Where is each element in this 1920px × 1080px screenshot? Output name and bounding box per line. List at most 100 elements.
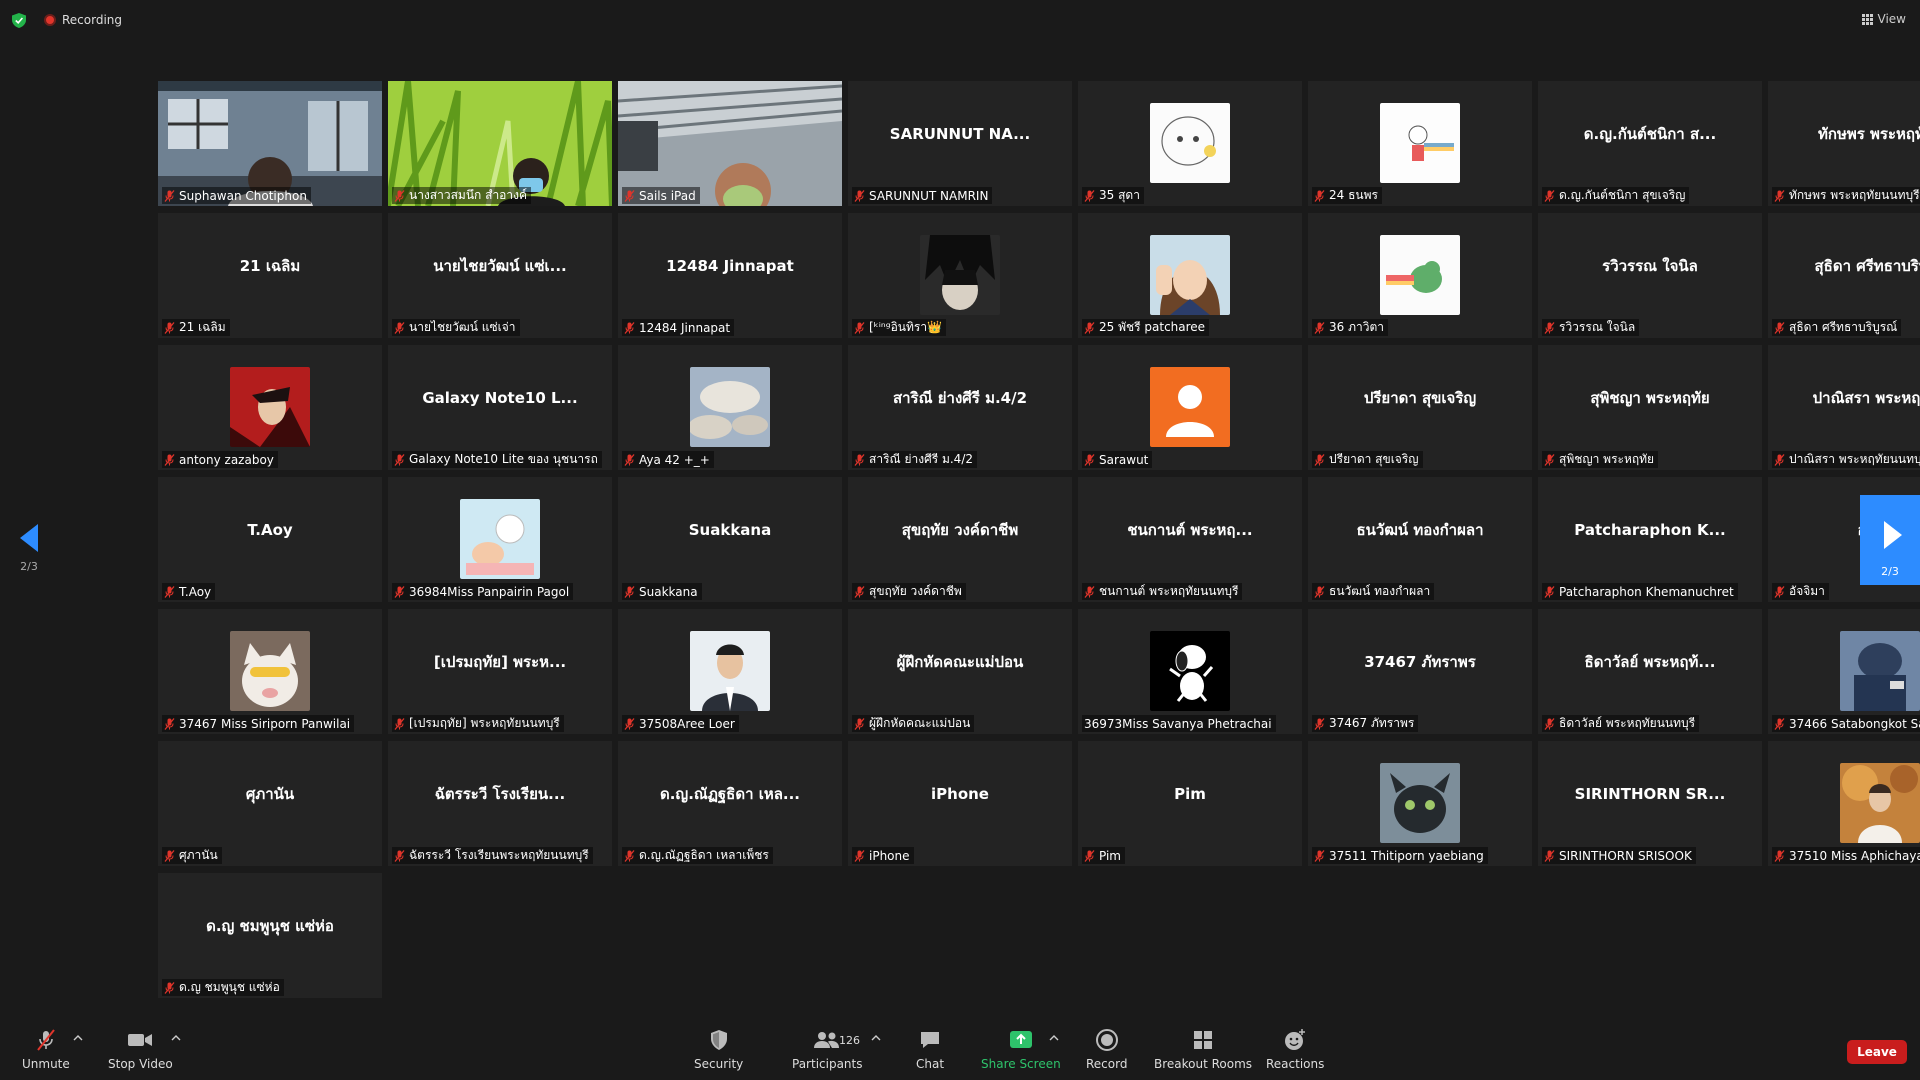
participant-name-text: Aya 42 +_+	[639, 452, 710, 467]
share-screen-label: Share Screen	[981, 1057, 1061, 1071]
participant-tile[interactable]: ทักษพร พระหฤท้... ทักษพร พระหฤทัยนนทบุรี	[1768, 81, 1920, 206]
muted-microphone-icon	[1544, 189, 1555, 202]
participant-tile[interactable]: 36 ภาวิตา	[1308, 213, 1532, 338]
unmute-button[interactable]: Unmute	[22, 1028, 70, 1071]
participant-tile[interactable]: Suakkana Suakkana	[618, 477, 842, 602]
participants-count: 126	[839, 1034, 860, 1047]
participant-tile[interactable]: ด.ญ ชมพูนุช แซ่ห่อ ด.ญ ชมพูนุช แซ่ห่อ	[158, 873, 382, 998]
participants-options-chevron-up-icon[interactable]	[871, 1034, 881, 1042]
participant-tile[interactable]: antony zazaboy	[158, 345, 382, 470]
participant-tile[interactable]: SIRINTHORN SR... SIRINTHORN SRISOOK	[1538, 741, 1762, 866]
participant-name-text: 21 เฉลิม	[179, 320, 226, 334]
participant-name-label: ศุภานัน	[162, 847, 222, 864]
participant-name-text: สุธิดา ศรีทธาบริบูรณ์	[1789, 320, 1898, 334]
participant-name-label: สาริณี ย่างศีรี ม.4/2	[852, 451, 977, 468]
previous-page-button[interactable]: 2/3	[14, 520, 44, 580]
participant-tile[interactable]: 37510 Miss Aphichaya Saemue	[1768, 741, 1920, 866]
participant-name-text: antony zazaboy	[179, 452, 274, 467]
participant-name-label: ทักษพร พระหฤทัยนนทบุรี	[1772, 187, 1920, 204]
participant-tile[interactable]: นางสาวสมนึก สำอางค์	[388, 81, 612, 206]
security-button[interactable]: Security	[694, 1028, 743, 1071]
view-button[interactable]: View	[1861, 12, 1906, 26]
participant-tile[interactable]: 25 พัชรี patcharee	[1078, 213, 1302, 338]
participant-tile[interactable]: [ᵏⁱⁿᵍอินทิรา👑	[848, 213, 1072, 338]
participant-tile[interactable]: SARUNNUT NA... SARUNNUT NAMRIN	[848, 81, 1072, 206]
participant-tile[interactable]: [เปรมฤทัย] พระห... [เปรมฤทัย] พระหฤทัยนนท…	[388, 609, 612, 734]
participant-tile[interactable]: Sails iPad	[618, 81, 842, 206]
participant-tile[interactable]: 37466 Satabongkot Sarasuk	[1768, 609, 1920, 734]
participant-tile[interactable]: Aya 42 +_+	[618, 345, 842, 470]
participant-tile[interactable]: 35 สุดา	[1078, 81, 1302, 206]
audio-options-chevron-up-icon[interactable]	[73, 1034, 83, 1042]
participant-tile[interactable]: ฉัตรระวี โรงเรียน... ฉัตรระวี โรงเรียนพระ…	[388, 741, 612, 866]
participant-tile[interactable]: ผู้ฝึกหัดคณะแม่ปอน ผู้ฝึกหัดคณะแม่ปอน	[848, 609, 1072, 734]
muted-microphone-icon	[394, 849, 405, 862]
muted-microphone-icon	[164, 189, 175, 202]
participant-tile[interactable]: 12484 Jinnapat 12484 Jinnapat	[618, 213, 842, 338]
muted-microphone-icon	[1544, 453, 1555, 466]
participant-tile[interactable]: ธนวัฒน์ ทองกำผลา ธนวัฒน์ ทองกำผลา	[1308, 477, 1532, 602]
video-options-chevron-up-icon[interactable]	[171, 1034, 181, 1042]
record-button[interactable]: Record	[1086, 1028, 1127, 1071]
participant-tile[interactable]: 37467 Miss Siriporn Panwilai	[158, 609, 382, 734]
participant-tile[interactable]: 37467 ภัทราพร 37467 ภัทราพร	[1308, 609, 1532, 734]
reactions-button[interactable]: Reactions	[1266, 1028, 1324, 1071]
breakout-rooms-button[interactable]: Breakout Rooms	[1154, 1028, 1252, 1071]
participant-name-label: ด.ญ.กันต์ชนิกา สุขเจริญ	[1542, 187, 1690, 204]
reactions-emoji-icon	[1285, 1029, 1306, 1050]
participant-name-label: 37467 ภัทราพร	[1312, 715, 1419, 732]
recording-dot-icon	[44, 14, 56, 26]
encryption-shield-icon[interactable]	[12, 13, 26, 28]
participant-name-label: ธนวัฒน์ ทองกำผลา	[1312, 583, 1435, 600]
participant-tile[interactable]: iPhone iPhone	[848, 741, 1072, 866]
participant-tile[interactable]: Sarawut	[1078, 345, 1302, 470]
recording-indicator[interactable]: Recording	[44, 13, 122, 27]
participant-tile[interactable]: นายไชยวัฒน์ แซ่เ... นายไชยวัฒน์ แซ่เจ่า	[388, 213, 612, 338]
participant-tile[interactable]: ธิดาวัลย์ พระหฤท้... ธิดาวัลย์ พระหฤทัยนน…	[1538, 609, 1762, 734]
participant-display-name: SARUNNUT NA...	[889, 124, 1031, 143]
participant-name-text: 37508Aree Loer	[639, 716, 735, 731]
participant-tile[interactable]: Galaxy Note10 L... Galaxy Note10 Lite ของ…	[388, 345, 612, 470]
participant-name-label: 36 ภาวิตา	[1312, 319, 1389, 336]
view-label: View	[1877, 12, 1906, 26]
participant-tile[interactable]: รวิวรรณ ใจนิล รวิวรรณ ใจนิล	[1538, 213, 1762, 338]
participant-display-name: ฉัตรระวี โรงเรียน...	[434, 784, 566, 803]
arrow-right-icon	[1884, 521, 1902, 549]
participant-tile[interactable]: 24 ธนพร	[1308, 81, 1532, 206]
participant-name-text: iPhone	[869, 848, 910, 863]
participant-tile[interactable]: สุพิชญา พระหฤทัย สุพิชญา พระหฤทัย	[1538, 345, 1762, 470]
participant-tile[interactable]: 37511 Thitiporn yaebiang	[1308, 741, 1532, 866]
stop-video-label: Stop Video	[108, 1057, 173, 1071]
participant-tile[interactable]: 36984Miss Panpairin Pagol	[388, 477, 612, 602]
leave-button[interactable]: Leave	[1847, 1040, 1907, 1064]
video-camera-icon	[128, 1034, 153, 1046]
share-options-chevron-up-icon[interactable]	[1049, 1034, 1059, 1042]
participant-tile[interactable]: Pim Pim	[1078, 741, 1302, 866]
participant-tile[interactable]: สุขฤทัย วงค์ดาชีพ สุขฤทัย วงค์ดาชีพ	[848, 477, 1072, 602]
participant-tile[interactable]: ชนกานต์ พระหฤ... ชนกานต์ พระหฤทัยนนทบุรี	[1078, 477, 1302, 602]
participant-name-text: Patcharaphon Khemanuchret	[1559, 584, 1734, 599]
participant-tile[interactable]: Patcharaphon K... Patcharaphon Khemanuchr…	[1538, 477, 1762, 602]
participant-display-name: [เปรมฤทัย] พระห...	[433, 652, 567, 671]
participant-tile[interactable]: 21 เฉลิม 21 เฉลิม	[158, 213, 382, 338]
participant-tile[interactable]: ปาณิสรา พระหฤท้... ปาณิสรา พระหฤทัยนนทบุร…	[1768, 345, 1920, 470]
participant-display-name: ทักษพร พระหฤท้...	[1818, 124, 1920, 143]
participant-tile[interactable]: T.Aoy T.Aoy	[158, 477, 382, 602]
participant-tile[interactable]: ศุภานัน ศุภานัน	[158, 741, 382, 866]
participant-tile[interactable]: ด.ญ.ณัฏฐธิดา เหล... ด.ญ.ณัฏฐธิดา เหลาเพ็ช…	[618, 741, 842, 866]
participant-name-text: ด.ญ.กันต์ชนิกา สุขเจริญ	[1559, 188, 1686, 202]
participant-tile[interactable]: สาริณี ย่างศีรี ม.4/2 สาริณี ย่างศีรี ม.4…	[848, 345, 1072, 470]
participant-name-label: ปาณิสรา พระหฤทัยนนทบุรี	[1772, 451, 1920, 468]
muted-microphone-icon	[164, 717, 175, 730]
participant-tile[interactable]: 36973Miss Savanya Phetrachai	[1078, 609, 1302, 734]
participants-label: Participants	[792, 1057, 863, 1071]
participant-tile[interactable]: ด.ญ.กันต์ชนิกา ส... ด.ญ.กันต์ชนิกา สุขเจร…	[1538, 81, 1762, 206]
participant-tile[interactable]: Suphawan Chotiphon	[158, 81, 382, 206]
next-page-button[interactable]: 2/3	[1860, 495, 1920, 585]
participant-name-text: T.Aoy	[179, 584, 212, 599]
chat-button[interactable]: Chat	[916, 1028, 944, 1071]
participant-tile[interactable]: สุธิดา ศรีทธาบริบู... สุธิดา ศรีทธาบริบูร…	[1768, 213, 1920, 338]
participant-tile[interactable]: 37508Aree Loer	[618, 609, 842, 734]
stop-video-button[interactable]: Stop Video	[108, 1028, 173, 1071]
participant-tile[interactable]: ปรียาดา สุขเจริญ ปรียาดา สุขเจริญ	[1308, 345, 1532, 470]
